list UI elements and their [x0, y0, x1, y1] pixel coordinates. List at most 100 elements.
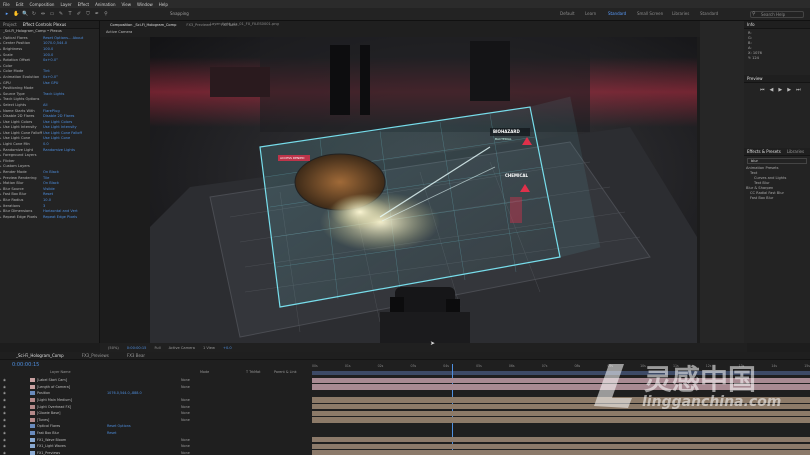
rotate-tool-icon[interactable]: ↻ — [31, 11, 37, 17]
rectangle-tool-icon[interactable]: ▭ — [49, 11, 55, 17]
timeline-tab[interactable]: FX3 Bear — [127, 353, 145, 358]
layer-duration-bar[interactable] — [312, 450, 810, 455]
effect-property-value[interactable]: 100.0 — [43, 53, 53, 57]
layer-parent-dropdown[interactable]: None — [181, 418, 190, 422]
timeline-layer-row[interactable]: ◉ Position 1076.0,544.0,-888.0 — [0, 390, 310, 397]
brush-tool-icon[interactable]: ✐ — [76, 11, 82, 17]
layer-duration-bar[interactable] — [312, 443, 810, 450]
layer-name[interactable]: FX1_Wave Bloom — [37, 438, 107, 442]
menu-window[interactable]: Window — [137, 2, 153, 7]
zoom-tool-icon[interactable]: 🔍 — [22, 11, 28, 17]
effect-property-value[interactable]: All — [43, 103, 47, 107]
effect-property-value[interactable]: FlarePlug — [43, 109, 60, 113]
effect-property-value[interactable]: Visible — [43, 187, 55, 191]
effect-property-value[interactable]: Repeat Edge Pixels — [43, 215, 77, 219]
layer-label-color[interactable] — [30, 411, 35, 416]
timeline-layer-row[interactable]: ◉ [Light Overhead FX] None — [0, 403, 310, 410]
timeline-column-header[interactable]: Parent & Link — [274, 370, 297, 374]
workspace-learn[interactable]: Learn — [585, 11, 596, 16]
workspace-default[interactable]: Default — [560, 11, 575, 16]
visibility-eye-icon[interactable]: ◉ — [3, 411, 6, 415]
timeline-column-header[interactable]: T TrkMat — [246, 370, 260, 374]
type-tool-icon[interactable]: T — [67, 11, 73, 17]
layer-name[interactable]: Fast Box Blur — [37, 431, 107, 435]
tab-effect-controls[interactable]: Effect Controls Plexus — [23, 22, 67, 27]
visibility-eye-icon[interactable]: ◉ — [3, 405, 6, 409]
tab-libraries[interactable]: Libraries — [787, 149, 804, 154]
visibility-eye-icon[interactable]: ◉ — [3, 424, 6, 428]
effect-property-value[interactable]: Reset — [43, 192, 53, 196]
layer-label-color[interactable] — [30, 384, 35, 389]
workspace-small-screen[interactable]: Small Screen — [637, 11, 663, 16]
effect-property-value[interactable]: Track Lights — [43, 92, 64, 96]
visibility-eye-icon[interactable]: ◉ — [3, 444, 6, 448]
prev-frame-icon[interactable]: ◀ — [770, 87, 774, 93]
effect-property-value[interactable]: 3 — [43, 204, 45, 208]
layer-name[interactable]: [Glowie Base] — [37, 411, 107, 415]
layer-name[interactable]: [Light Overhead FX] — [37, 405, 107, 409]
timeline-layer-row[interactable]: ◉ [Length of Camera] None — [0, 384, 310, 391]
visibility-eye-icon[interactable]: ◉ — [3, 451, 6, 455]
views-dropdown[interactable]: 1 View — [203, 346, 215, 350]
effect-property-value[interactable]: Use Light Cone Falloff — [43, 131, 82, 135]
effect-property-value[interactable]: 1070.0,544.0 — [43, 41, 67, 45]
effect-property-row[interactable]: ▸ Repeat Edge Pixels Repeat Edge Pixels — [0, 214, 99, 220]
puppet-tool-icon[interactable]: ⚲ — [103, 11, 109, 17]
effect-property-value[interactable]: Use Light Colors — [43, 120, 72, 124]
timeline-column-header[interactable]: Layer Name — [50, 370, 71, 374]
layer-label-color[interactable] — [30, 378, 35, 383]
menu-file[interactable]: File — [3, 2, 10, 7]
layer-name[interactable]: Optical Flares — [37, 424, 107, 428]
layer-parent-dropdown[interactable]: None — [181, 411, 190, 415]
effect-property-value[interactable]: Reset Options... About — [43, 36, 83, 40]
effect-property-value[interactable]: Use Light Cone — [43, 136, 70, 140]
effects-tree-item[interactable]: Fast Box Blur — [744, 196, 810, 201]
effects-search-input[interactable]: blur — [747, 158, 807, 164]
layer-name[interactable]: [Label Start Cam] — [37, 378, 107, 382]
pen-tool-icon[interactable]: ✎ — [58, 11, 64, 17]
layer-parent-dropdown[interactable]: None — [181, 444, 190, 448]
layer-viewer-tab[interactable]: Layer: light_plx_01_FX_FILES0001.png — [210, 22, 279, 26]
layer-property-value[interactable]: Reset — [107, 431, 147, 435]
last-frame-icon[interactable]: ⏭ — [796, 87, 801, 93]
next-frame-icon[interactable]: ▶ — [787, 87, 791, 93]
layer-property-value[interactable]: 1076.0,544.0,-888.0 — [107, 391, 147, 395]
clone-tool-icon[interactable]: ⛉ — [85, 11, 91, 17]
effect-property-value[interactable]: On Black — [43, 181, 59, 185]
timeline-layer-row[interactable]: ◉ [Light Main Medium] None — [0, 397, 310, 404]
workspace-standard[interactable]: Standard — [700, 11, 718, 16]
eraser-tool-icon[interactable]: ✒ — [94, 11, 100, 17]
menu-composition[interactable]: Composition — [29, 2, 54, 7]
visibility-eye-icon[interactable]: ◉ — [3, 378, 6, 382]
play-icon[interactable]: ▶ — [778, 87, 782, 93]
comp-tab[interactable]: FX3_Previews — [186, 23, 210, 27]
tab-effects-presets[interactable]: Effects & Presets — [747, 149, 781, 154]
timeline-layer-row[interactable]: ◉ FX1_Previews None — [0, 450, 310, 455]
timeline-layer-row[interactable]: ◉ Fast Box Blur Reset — [0, 430, 310, 437]
resolution-dropdown[interactable]: Full — [154, 346, 160, 350]
timeline-layer-row[interactable]: ◉ FX1_Light Waves None — [0, 443, 310, 450]
layer-duration-bar[interactable] — [312, 436, 810, 443]
layer-parent-dropdown[interactable]: None — [181, 405, 190, 409]
layer-parent-dropdown[interactable]: None — [181, 385, 190, 389]
visibility-eye-icon[interactable]: ◉ — [3, 431, 6, 435]
layer-parent-dropdown[interactable]: None — [181, 451, 190, 455]
effect-property-value[interactable]: Use Light Intensity — [43, 125, 77, 129]
layer-name[interactable]: FX1_Light Waves — [37, 444, 107, 448]
timeline-layer-row[interactable]: ◉ Optical Flares Reset Options — [0, 423, 310, 430]
effect-property-value[interactable]: 0.0 — [43, 142, 49, 146]
tab-info[interactable]: Info — [747, 22, 755, 27]
camera-tool-icon[interactable]: ⇹ — [40, 11, 46, 17]
layer-property-value[interactable]: Reset Options — [107, 424, 147, 428]
visibility-eye-icon[interactable]: ◉ — [3, 438, 6, 442]
menu-effect[interactable]: Effect — [78, 2, 90, 7]
timeline-layer-row[interactable]: ◉ [Tunes] None — [0, 417, 310, 424]
timeline-column-header[interactable]: Mode — [200, 370, 209, 374]
effect-property-value[interactable]: Tile — [43, 176, 49, 180]
menu-view[interactable]: View — [122, 2, 132, 7]
visibility-eye-icon[interactable]: ◉ — [3, 385, 6, 389]
tab-preview[interactable]: Preview — [747, 76, 763, 81]
layer-label-color[interactable] — [30, 450, 35, 455]
zoom-dropdown[interactable]: (50%) — [108, 346, 119, 350]
camera-dropdown[interactable]: Active Camera — [169, 346, 195, 350]
